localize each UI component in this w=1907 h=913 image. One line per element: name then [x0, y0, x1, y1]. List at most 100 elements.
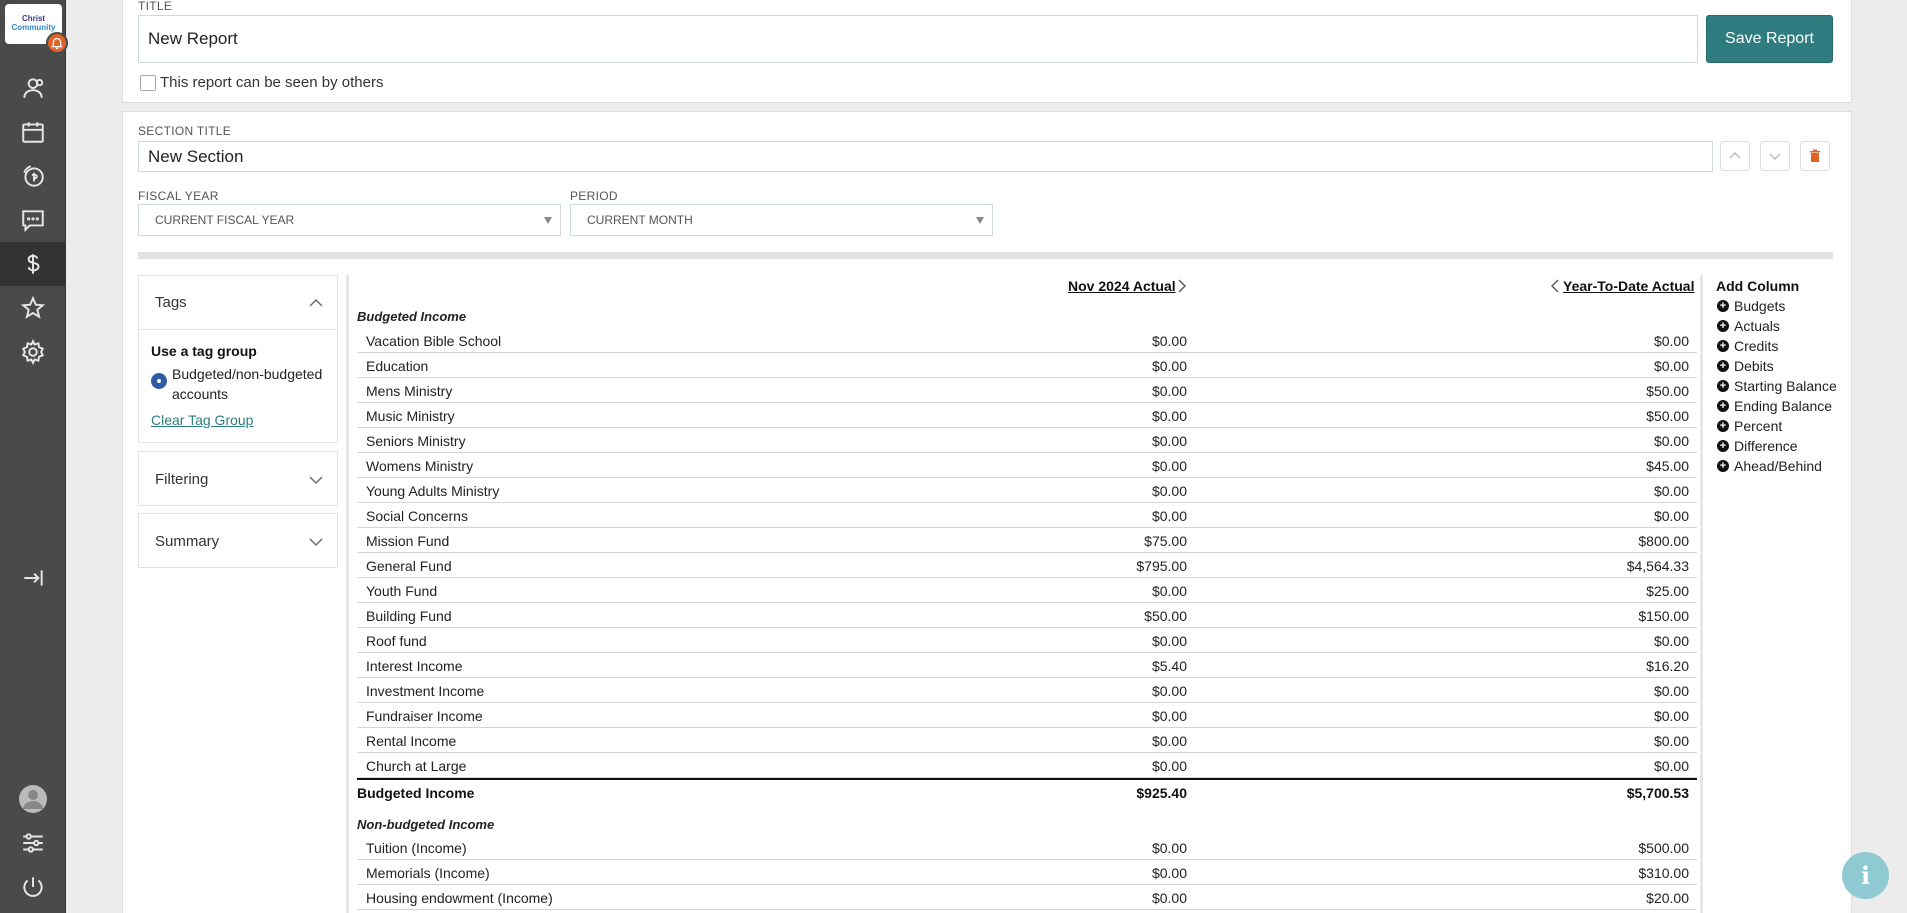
calendar-icon[interactable]: [0, 110, 66, 154]
fiscal-year-select[interactable]: CURRENT FISCAL YEAR: [138, 204, 561, 236]
add-column-percent[interactable]: + Percent: [1717, 418, 1782, 434]
row-account-name: Youth Fund: [366, 583, 438, 599]
row-nov-value: $0.00: [1151, 865, 1187, 881]
user-avatar-icon[interactable]: [0, 777, 66, 821]
star-icon[interactable]: [0, 286, 66, 330]
fiscal-year-label: FISCAL YEAR: [138, 189, 219, 203]
move-section-up-button[interactable]: [1720, 141, 1750, 171]
add-column-ending-balance[interactable]: + Ending Balance: [1717, 398, 1832, 414]
row-account-name: Building Fund: [366, 608, 452, 624]
preferences-sliders-icon[interactable]: [0, 821, 66, 865]
radio-label-line-1: Budgeted/non-budgeted: [172, 366, 323, 382]
section-divider: [138, 252, 1833, 259]
row-ytd-value: $0.00: [1653, 633, 1689, 649]
plus-circle-icon: +: [1717, 460, 1729, 472]
settings-gear-icon[interactable]: [0, 330, 66, 374]
add-column-debits[interactable]: + Debits: [1717, 358, 1774, 374]
add-column-ahead-behind[interactable]: + Ahead/Behind: [1717, 458, 1822, 474]
column-header-ytd-actual[interactable]: Year-To-Date Actual: [1563, 278, 1694, 294]
table-row: General Fund $795.00 $4,564.33: [357, 553, 1697, 578]
row-account-name: Vacation Bible School: [366, 333, 502, 349]
add-column-heading: Add Column: [1716, 278, 1800, 294]
report-right-rule: [1700, 275, 1703, 913]
total-nov-value: $925.40: [1136, 785, 1187, 801]
table-row: Education $0.00 $0.00: [357, 353, 1697, 378]
chevron-left-icon[interactable]: [1550, 279, 1560, 293]
plus-circle-icon: +: [1717, 420, 1729, 432]
fiscal-year-value: CURRENT FISCAL YEAR: [155, 213, 295, 227]
report-title-input[interactable]: New Report: [138, 15, 1698, 63]
row-account-name: Womens Ministry: [366, 458, 474, 474]
row-ytd-value: $16.20: [1646, 658, 1689, 674]
row-nov-value: $795.00: [1136, 558, 1187, 574]
delete-section-button[interactable]: [1800, 141, 1830, 171]
row-ytd-value: $0.00: [1653, 683, 1689, 699]
logo-line-2: Community: [11, 23, 56, 32]
table-row: Tuition (Income) $0.00 $500.00: [357, 835, 1697, 860]
save-report-button[interactable]: Save Report: [1706, 15, 1833, 63]
share-report-checkbox[interactable]: [140, 75, 156, 91]
table-row: Music Ministry $0.00 $50.00: [357, 403, 1697, 428]
add-column-difference[interactable]: + Difference: [1717, 438, 1798, 454]
people-icon[interactable]: [0, 66, 66, 110]
table-row: Vacation Bible School $0.00 $0.00: [357, 328, 1697, 353]
add-column-actuals[interactable]: + Actuals: [1717, 318, 1780, 334]
power-logout-icon[interactable]: [0, 865, 66, 909]
row-account-name: Seniors Ministry: [366, 433, 466, 449]
row-account-name: Social Concerns: [366, 508, 468, 524]
budgeted-income-section-title: Budgeted Income: [357, 309, 467, 324]
period-select[interactable]: CURRENT MONTH: [570, 204, 993, 236]
row-account-name: Investment Income: [366, 683, 485, 699]
notification-bell-icon[interactable]: [46, 32, 68, 54]
chevron-down-icon: [1769, 153, 1781, 161]
row-ytd-value: $0.00: [1653, 333, 1689, 349]
period-value: CURRENT MONTH: [587, 213, 693, 227]
add-column-budgets[interactable]: + Budgets: [1717, 298, 1785, 314]
row-ytd-value: $20.00: [1646, 890, 1689, 906]
app-sidebar: Christ Community: [0, 0, 68, 913]
row-ytd-value: $0.00: [1653, 508, 1689, 524]
chevron-up-icon[interactable]: [309, 296, 323, 310]
table-row: Investment Income $0.00 $0.00: [357, 678, 1697, 703]
row-ytd-value: $45.00: [1646, 458, 1689, 474]
table-row: Mens Ministry $0.00 $50.00: [357, 378, 1697, 403]
row-ytd-value: $25.00: [1646, 583, 1689, 599]
row-account-name: Roof fund: [366, 633, 427, 649]
row-ytd-value: $310.00: [1638, 865, 1689, 881]
messages-icon[interactable]: [0, 198, 66, 242]
expand-sidebar-icon[interactable]: [0, 556, 66, 600]
add-column-starting-balance[interactable]: + Starting Balance: [1717, 378, 1837, 394]
giving-icon[interactable]: [0, 154, 66, 198]
row-nov-value: $0.00: [1151, 508, 1187, 524]
row-nov-value: $0.00: [1151, 890, 1187, 906]
table-row: Roof fund $0.00 $0.00: [357, 628, 1697, 653]
clear-tag-group-link[interactable]: Clear Tag Group: [151, 412, 253, 428]
accounting-icon[interactable]: [0, 242, 66, 286]
tags-header-divider: [139, 329, 337, 330]
filtering-panel[interactable]: Filtering: [138, 451, 338, 506]
add-column-label: Difference: [1734, 438, 1798, 454]
total-ytd-value: $5,700.53: [1626, 785, 1689, 801]
info-help-button[interactable]: i: [1842, 852, 1889, 899]
row-account-name: Rental Income: [366, 733, 457, 749]
row-account-name: General Fund: [366, 558, 452, 574]
summary-panel[interactable]: Summary: [138, 513, 338, 568]
row-nov-value: $0.00: [1151, 633, 1187, 649]
add-column-label: Actuals: [1734, 318, 1780, 334]
column-header-nov-2024-actual[interactable]: Nov 2024 Actual: [1068, 278, 1176, 294]
radio-label-line-2: accounts: [172, 386, 229, 402]
row-account-name: Interest Income: [366, 658, 463, 674]
add-column-label: Debits: [1734, 358, 1774, 374]
tag-group-radio[interactable]: [151, 373, 167, 389]
move-section-down-button[interactable]: [1760, 141, 1790, 171]
table-row: Rental Income $0.00 $0.00: [357, 728, 1697, 753]
add-column-label: Budgets: [1734, 298, 1786, 314]
section-title-input[interactable]: New Section: [138, 141, 1713, 172]
row-nov-value: $0.00: [1151, 458, 1187, 474]
chevron-right-icon[interactable]: [1177, 279, 1187, 293]
info-icon: i: [1860, 861, 1871, 890]
title-label: TITLE: [138, 0, 173, 13]
add-column-credits[interactable]: + Credits: [1717, 338, 1778, 354]
section-title-label: SECTION TITLE: [138, 124, 232, 138]
tags-header[interactable]: Tags: [155, 294, 187, 311]
